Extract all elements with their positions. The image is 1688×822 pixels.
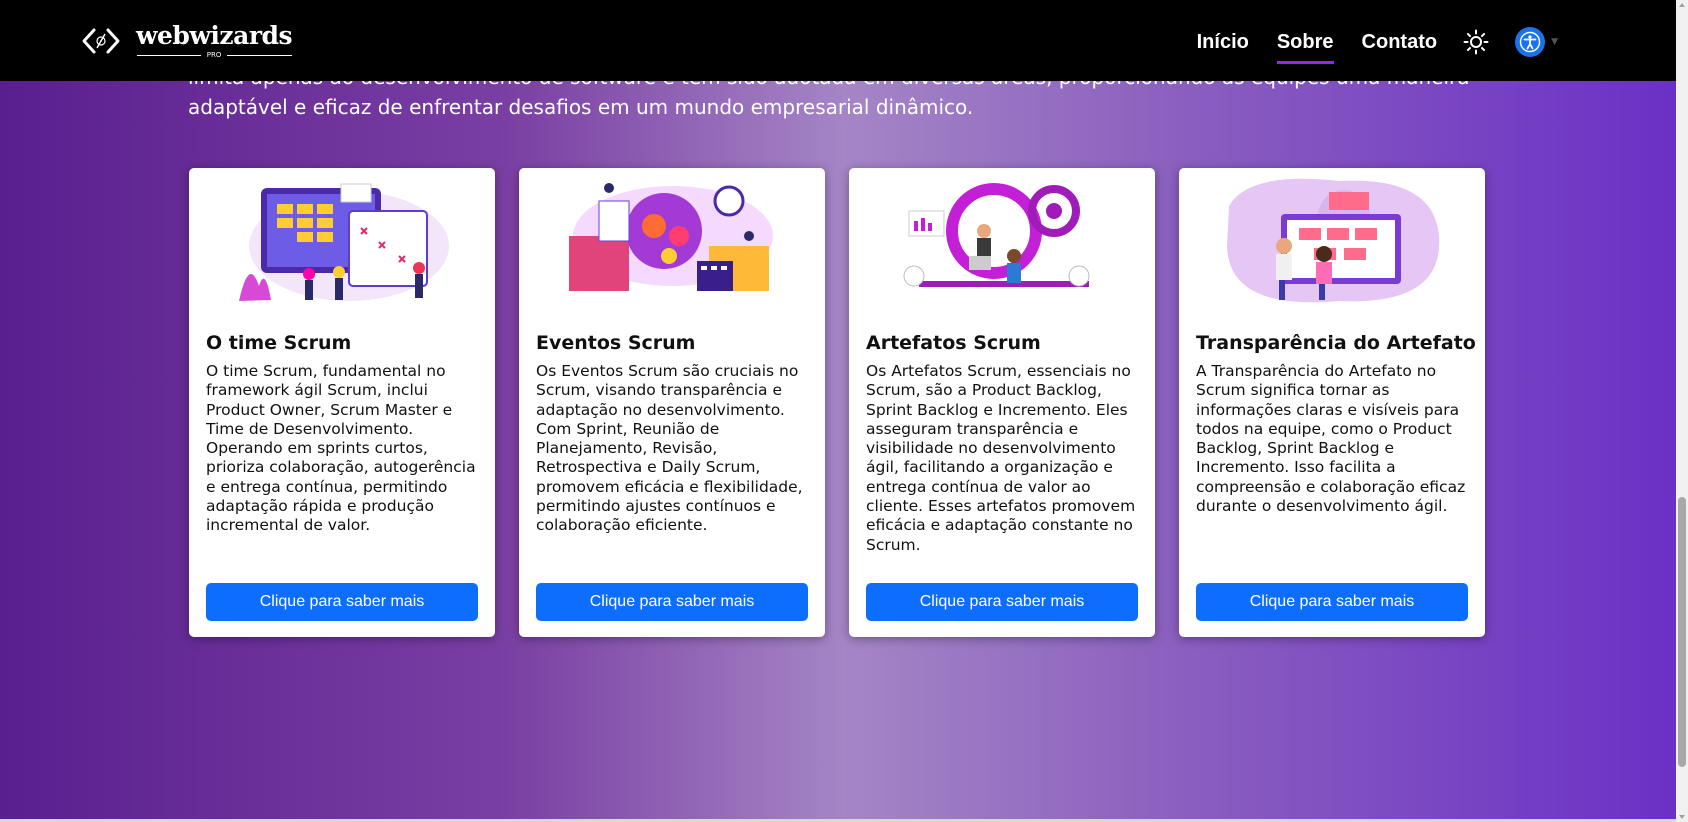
code-brackets-icon [82, 28, 120, 54]
chevron-down-icon: ▼ [1551, 37, 1558, 47]
accessibility-menu[interactable]: ▼ [1515, 27, 1558, 57]
team-planning-illustration [239, 183, 449, 301]
scrollbar-thumb[interactable] [1678, 497, 1686, 767]
saber-mais-button[interactable]: Clique para saber mais [536, 583, 808, 621]
saber-mais-button[interactable]: Clique para saber mais [1196, 583, 1468, 621]
brand-name: webwizards [136, 21, 293, 50]
logo[interactable]: webwizards PRO [80, 20, 293, 62]
card-title: Transparência do Artefato [1196, 332, 1476, 354]
saber-mais-button[interactable]: Clique para saber mais [206, 583, 478, 621]
transparency-illustration [1227, 178, 1440, 303]
nav-contato[interactable]: Contato [1362, 22, 1438, 62]
intro-line-2: adaptável e eficaz de enfrentar desafios… [188, 95, 974, 119]
navbar: webwizards PRO Início Sobre Contato ▼ [0, 0, 1676, 81]
card-artefatos-scrum: Artefatos Scrum Os Artefatos Scrum, esse… [849, 168, 1155, 637]
scroll-up-arrow-icon[interactable] [1679, 3, 1685, 7]
card-text: O time Scrum, fundamental no framework á… [206, 362, 476, 535]
accessibility-icon[interactable] [1515, 27, 1546, 57]
main-nav: Início Sobre Contato ▼ [1169, 22, 1558, 64]
card-title: Artefatos Scrum [866, 332, 1041, 354]
card-text: Os Artefatos Scrum, essenciais no Scrum,… [866, 362, 1136, 554]
card-title: Eventos Scrum [536, 332, 696, 354]
events-illustration [569, 183, 773, 291]
nav-sobre[interactable]: Sobre [1276, 22, 1334, 64]
card-time-scrum: O time Scrum O time Scrum, fundamental n… [189, 168, 495, 637]
artifacts-illustration [903, 183, 1090, 287]
nav-inicio[interactable]: Início [1197, 22, 1249, 62]
card-text: A Transparência do Artefato no Scrum sig… [1196, 362, 1466, 516]
brand-sub: PRO [206, 51, 222, 59]
vertical-scrollbar[interactable] [1676, 0, 1688, 822]
card-text: Os Eventos Scrum são cruciais no Scrum, … [536, 362, 803, 535]
card-transparencia-artefato: Transparência do Artefato A Transparênci… [1179, 168, 1485, 637]
card-eventos-scrum: Eventos Scrum Os Eventos Scrum são cruci… [519, 168, 825, 637]
card-title: O time Scrum [206, 332, 352, 354]
saber-mais-button[interactable]: Clique para saber mais [866, 583, 1138, 621]
sun-icon[interactable] [1463, 29, 1489, 55]
scroll-down-arrow-icon[interactable] [1679, 815, 1685, 819]
